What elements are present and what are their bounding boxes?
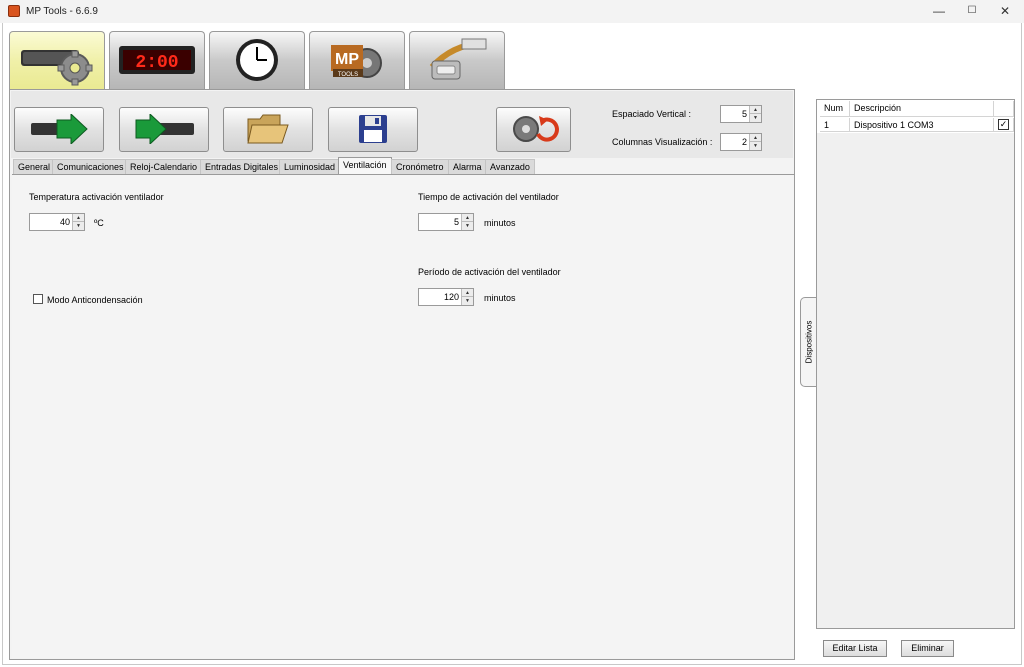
vertical-spacing-spinner[interactable]: 5 ▲ ▼ xyxy=(720,105,762,123)
device-row-description[interactable]: Dispositivo 1 COM3 xyxy=(850,118,994,132)
window-title: MP Tools - 6.6.9 xyxy=(26,6,98,17)
tab-luminosidad[interactable]: Luminosidad xyxy=(279,159,341,174)
tab-general[interactable]: General xyxy=(13,159,56,174)
floppy-disk-icon xyxy=(358,114,388,146)
spin-down-icon[interactable]: ▼ xyxy=(750,114,761,122)
column-header-num[interactable]: Num xyxy=(820,101,850,117)
delete-button[interactable]: Eliminar xyxy=(901,640,954,657)
led-display-icon: 2:00 xyxy=(117,40,197,82)
spin-down-icon[interactable]: ▼ xyxy=(73,222,84,230)
activation-period-value: 120 xyxy=(443,292,459,302)
activation-time-spinner[interactable]: 5 ▲ ▼ xyxy=(418,213,474,231)
read-from-device-button[interactable] xyxy=(119,107,209,152)
spin-down-icon[interactable]: ▼ xyxy=(462,222,473,230)
tab-clock[interactable] xyxy=(209,31,305,89)
activation-period-unit: minutos xyxy=(484,293,516,303)
vertical-spacing-value: 5 xyxy=(741,109,747,119)
activation-time-unit: minutos xyxy=(484,218,516,228)
tab-reloj-calendario[interactable]: Reloj-Calendario xyxy=(125,159,203,174)
column-header-description[interactable]: Descripción xyxy=(850,101,994,117)
activation-time-value: 5 xyxy=(453,217,459,227)
clock-icon xyxy=(234,37,280,85)
vertical-spacing-label: Espaciado Vertical : xyxy=(612,109,692,119)
tab-entradas-digitales[interactable]: Entradas Digitales xyxy=(200,159,284,174)
anticondensation-checkbox[interactable] xyxy=(33,294,43,304)
columns-label: Columnas Visualización : xyxy=(612,137,713,147)
device-row-num[interactable]: 1 xyxy=(820,118,850,132)
devices-side-tab-label: Dispositivos xyxy=(804,320,813,364)
maximize-button[interactable]: ☐ xyxy=(955,0,989,23)
devices-list-empty-area xyxy=(817,133,1014,628)
activation-period-spinner[interactable]: 120 ▲ ▼ xyxy=(418,288,474,306)
anticondensation-label: Modo Anticondensación xyxy=(47,295,143,305)
close-button[interactable]: ✕ xyxy=(988,0,1022,23)
reset-settings-button[interactable] xyxy=(496,107,571,152)
edit-list-button[interactable]: Editar Lista xyxy=(823,640,887,657)
gear-reset-icon xyxy=(506,112,562,148)
mp-logo-subtext: TOOLS xyxy=(338,72,358,78)
activation-time-label: Tiempo de activación del ventilador xyxy=(418,192,559,202)
temperature-spinner[interactable]: 40 ▲ ▼ xyxy=(29,213,85,231)
tab-comunicaciones[interactable]: Comunicaciones xyxy=(52,159,129,174)
spin-down-icon[interactable]: ▼ xyxy=(462,297,473,305)
mp-tools-logo-icon: MP TOOLS xyxy=(327,37,387,85)
spin-up-icon[interactable]: ▲ xyxy=(73,214,84,222)
device-read-arrow-icon xyxy=(132,112,196,146)
tab-mp-tools[interactable]: MP TOOLS xyxy=(309,31,405,89)
device-row-enabled[interactable]: ✓ xyxy=(994,118,1014,132)
send-to-device-button[interactable] xyxy=(14,107,104,152)
folder-icon xyxy=(246,113,290,147)
title-bar: MP Tools - 6.6.9 — ☐ ✕ xyxy=(0,0,1024,23)
column-header-enabled[interactable] xyxy=(994,101,1014,117)
open-file-button[interactable] xyxy=(223,107,313,152)
tab-display[interactable]: 2:00 xyxy=(109,31,205,89)
tab-configuration[interactable] xyxy=(9,31,105,91)
app-icon xyxy=(8,5,20,17)
spin-down-icon[interactable]: ▼ xyxy=(750,142,761,150)
tab-alarma[interactable]: Alarma xyxy=(448,159,487,174)
columns-value: 2 xyxy=(741,137,747,147)
led-display-text: 2:00 xyxy=(135,53,178,73)
spin-up-icon[interactable]: ▲ xyxy=(750,106,761,114)
temperature-unit: ºC xyxy=(94,218,104,228)
save-file-button[interactable] xyxy=(328,107,418,152)
tab-ventilacion[interactable]: Ventilación xyxy=(338,157,392,175)
tab-avanzado[interactable]: Avanzado xyxy=(485,159,535,174)
columns-spinner[interactable]: 2 ▲ ▼ xyxy=(720,133,762,151)
minimize-button[interactable]: — xyxy=(922,0,956,23)
serial-cable-icon xyxy=(422,37,492,85)
activation-period-label: Período de activación del ventilador xyxy=(418,267,561,277)
tab-connection[interactable] xyxy=(409,31,505,89)
spin-up-icon[interactable]: ▲ xyxy=(750,134,761,142)
device-send-arrow-icon xyxy=(27,112,91,146)
checkmark-icon[interactable]: ✓ xyxy=(998,119,1009,130)
ventilation-panel xyxy=(12,174,794,658)
temperature-value: 40 xyxy=(59,217,70,227)
tab-cronometro[interactable]: Cronómetro xyxy=(391,159,449,174)
settings-gear-icon xyxy=(17,36,97,88)
spin-up-icon[interactable]: ▲ xyxy=(462,289,473,297)
devices-side-tab[interactable]: Dispositivos xyxy=(800,297,816,387)
temperature-label: Temperatura activación ventilador xyxy=(29,192,164,202)
spin-up-icon[interactable]: ▲ xyxy=(462,214,473,222)
mp-logo-text: MP xyxy=(335,51,359,68)
